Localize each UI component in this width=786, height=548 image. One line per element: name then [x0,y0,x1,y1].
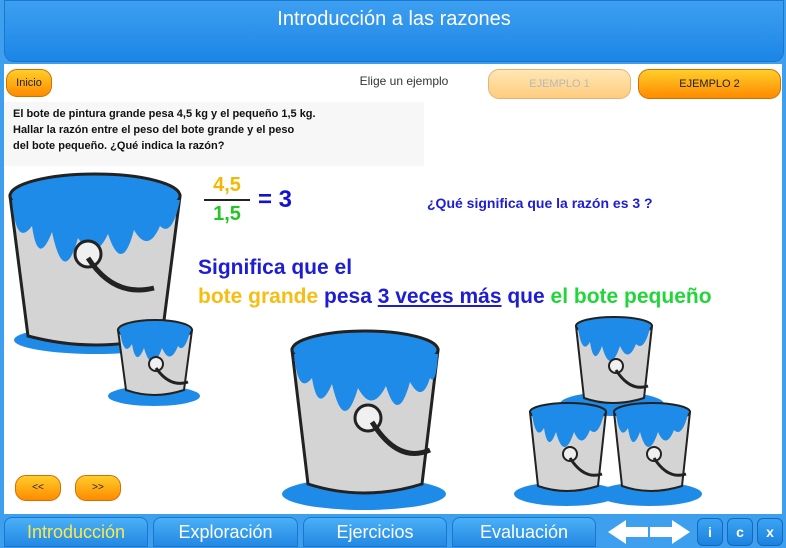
back-forward-arrows-icon[interactable] [606,518,692,546]
credits-button[interactable]: c [727,518,753,546]
meaning-three-times: 3 veces más [377,285,502,308]
problem-line-3: del bote pequeño. ¿Qué indica la razón? [13,140,225,152]
tab-introduccion[interactable]: Introducción [4,517,148,547]
example-2-button[interactable]: EJEMPLO 2 [638,69,781,99]
previous-button[interactable]: << [15,475,61,501]
choose-example-label: Elige un ejemplo [359,74,449,88]
fraction-numerator: 4,5 [213,174,241,196]
meaning-small-bucket: el bote pequeño [550,285,712,308]
stacked-buckets-icon [514,316,702,506]
tab-ejercicios[interactable]: Ejercicios [303,517,447,547]
ratio-question: ¿Qué significa que la razón es 3 ? [427,195,653,211]
title-bar: Introducción a las razones [4,0,784,62]
paint-buckets-illustration [8,172,200,406]
fraction-bar [204,199,250,201]
meaning-line-2: bote grande pesa 3 veces más que el bote… [198,285,712,309]
problem-line-1: El bote de pintura grande pesa 4,5 kg y … [13,108,316,120]
fraction-denominator: 1,5 [213,203,241,225]
close-button[interactable]: x [757,518,783,546]
center-large-bucket-icon [282,329,446,510]
content-panel: Inicio Elige un ejemplo EJEMPLO 1 EJEMPL… [4,64,782,514]
ratio-result: = 3 [258,186,293,213]
bottom-nav-bar: Introducción Exploración Ejercicios Eval… [0,514,786,548]
meaning-weighs: pesa [318,285,378,308]
tab-exploracion[interactable]: Exploración [153,517,298,547]
meaning-than: que [501,285,551,308]
next-button[interactable]: >> [75,475,121,501]
example-1-button[interactable]: EJEMPLO 1 [488,69,631,99]
meaning-line-1: Significa que el [198,256,353,279]
tab-evaluacion[interactable]: Evaluación [452,517,596,547]
app-title: Introducción a las razones [277,8,511,30]
inicio-button[interactable]: Inicio [6,69,52,97]
info-button[interactable]: i [697,518,723,546]
meaning-large-bucket: bote grande [198,285,319,308]
ratio-fraction: 4,5 1,5 [204,174,250,226]
small-bucket-icon [108,319,200,406]
problem-statement: El bote de pintura grande pesa 4,5 kg y … [4,102,424,166]
problem-line-2: Hallar la razón entre el peso del bote g… [13,124,295,136]
